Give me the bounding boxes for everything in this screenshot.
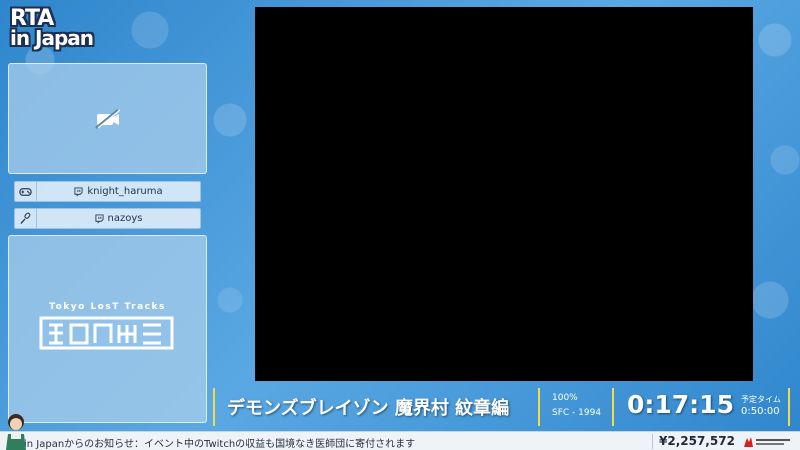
runner-row: knight_haruma <box>14 181 201 202</box>
gamepad-icon <box>19 188 32 196</box>
runner-camera-panel <box>8 63 207 174</box>
mascot-character <box>6 414 26 450</box>
separator <box>538 388 540 426</box>
news-ticker: in Japanからのお知らせ：イベント中のTwitchの収益も国境なき医師団に… <box>0 431 800 450</box>
run-info-bar: デモンズブレイゾン 魔界村 紋章編 100% SFC - 1994 0:17:1… <box>213 385 793 430</box>
tokyo-lost-tracks-logo <box>39 316 174 350</box>
camera-off-icon <box>94 108 120 129</box>
commentator-name: nazoys <box>107 213 143 224</box>
game-platform: SFC - 1994 <box>552 408 602 418</box>
twitch-icon <box>74 187 83 197</box>
separator <box>213 388 215 426</box>
ticker-separator <box>652 434 653 449</box>
commentator-role-box <box>15 209 37 228</box>
donation-total: ¥2,257,572 <box>659 434 735 448</box>
separator <box>788 388 790 426</box>
estimate-time: 0:50:00 <box>741 406 780 417</box>
ticker-message: in Japanからのお知らせ：イベント中のTwitchの収益も国境なき医師団に… <box>24 439 416 450</box>
logo-line-bottom: in Japan <box>10 26 94 50</box>
sponsor-art-panel: Tokyo LosT Tracks <box>8 235 207 423</box>
run-timer: 0:17:15 <box>627 390 734 419</box>
sponsor-caption: Tokyo LosT Tracks <box>49 302 166 312</box>
rta-in-japan-logo: RTA in Japan <box>10 8 130 52</box>
runner-name-container: knight_haruma <box>37 186 200 197</box>
game-title: デモンズブレイゾン 魔界村 紋章編 <box>227 398 510 419</box>
commentator-row: nazoys <box>14 208 201 229</box>
twitch-icon <box>94 214 104 224</box>
separator <box>612 388 614 426</box>
run-category: 100% <box>552 393 578 403</box>
game-video-feed <box>255 7 753 381</box>
estimate-label: 予定タイム <box>741 395 781 404</box>
runner-role-box <box>15 182 37 201</box>
runner-name: knight_haruma <box>87 186 163 197</box>
msf-logo <box>744 437 790 447</box>
commentator-name-container: nazoys <box>37 213 200 224</box>
microphone-icon <box>20 212 31 225</box>
